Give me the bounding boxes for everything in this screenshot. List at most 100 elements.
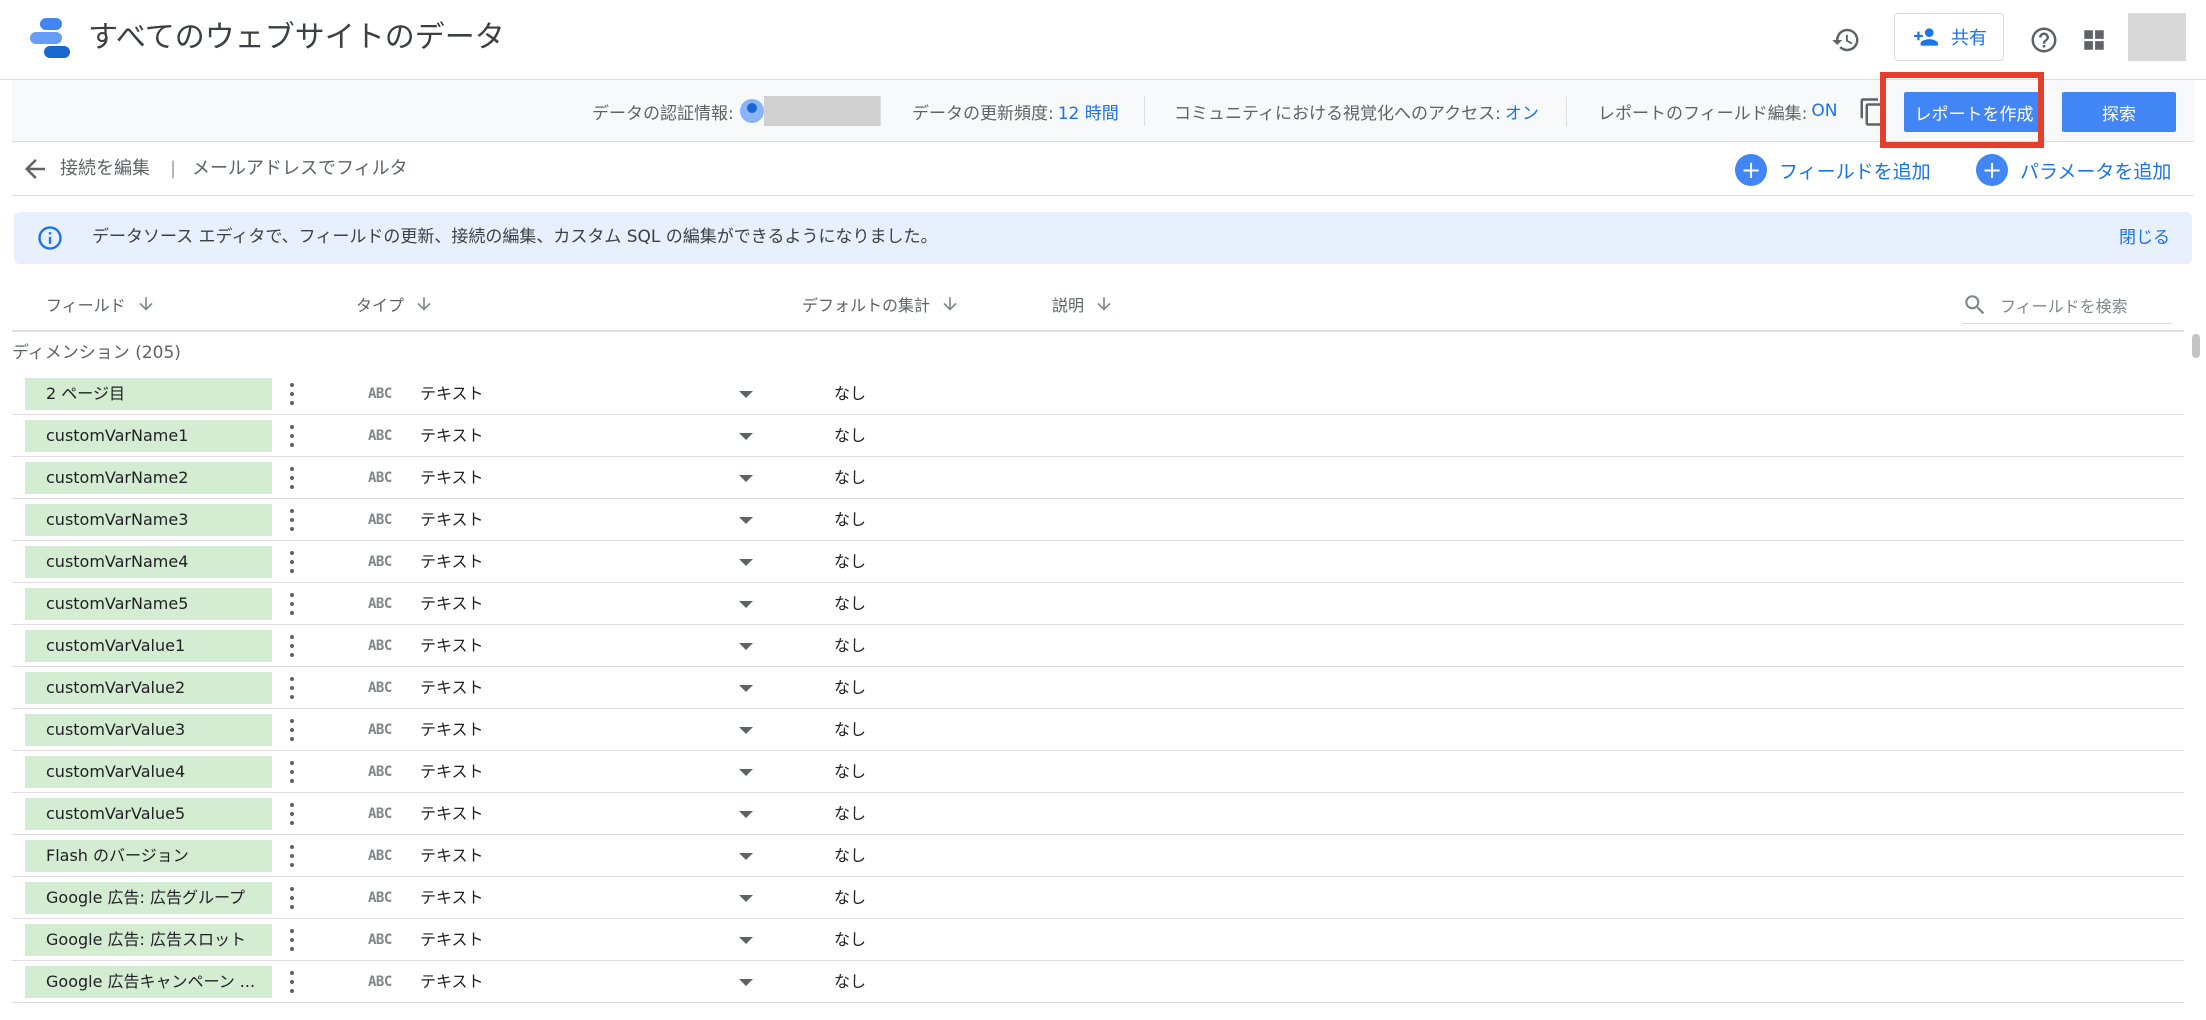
field-name-chip[interactable]: customVarValue4 — [25, 756, 272, 788]
more-vert-icon[interactable] — [286, 801, 298, 827]
table-row[interactable]: 2 ページ目 ABC テキスト なし — [12, 373, 2184, 415]
dropdown-caret-icon[interactable] — [739, 601, 753, 608]
field-type-select[interactable]: テキスト — [420, 541, 484, 583]
field-name-chip[interactable]: Google 広告: 広告グループ — [25, 882, 272, 914]
column-header-field[interactable]: フィールド — [46, 286, 156, 322]
field-type-select[interactable]: テキスト — [420, 457, 484, 499]
field-type-select[interactable]: テキスト — [420, 709, 484, 751]
more-vert-icon[interactable] — [286, 843, 298, 869]
more-vert-icon[interactable] — [286, 717, 298, 743]
table-row[interactable]: customVarName4 ABC テキスト なし — [12, 541, 2184, 583]
more-vert-icon[interactable] — [286, 381, 298, 407]
table-row[interactable]: customVarName2 ABC テキスト なし — [12, 457, 2184, 499]
field-edit-setting[interactable]: レポートのフィールド編集: ON — [1598, 80, 1838, 142]
version-history-button[interactable] — [1822, 16, 1870, 64]
field-type-select[interactable]: テキスト — [420, 751, 484, 793]
table-row[interactable]: customVarName1 ABC テキスト なし — [12, 415, 2184, 457]
add-field-button[interactable]: + フィールドを追加 — [1735, 154, 1931, 186]
table-row[interactable]: customVarValue2 ABC テキスト なし — [12, 667, 2184, 709]
apps-button[interactable] — [2070, 16, 2118, 64]
default-aggregation-value[interactable]: なし — [834, 667, 866, 709]
dropdown-caret-icon[interactable] — [739, 559, 753, 566]
field-name-chip[interactable]: customVarName5 — [25, 588, 272, 620]
more-vert-icon[interactable] — [286, 465, 298, 491]
dropdown-caret-icon[interactable] — [739, 517, 753, 524]
default-aggregation-value[interactable]: なし — [834, 415, 866, 457]
more-vert-icon[interactable] — [286, 675, 298, 701]
column-header-default-aggregation[interactable]: デフォルトの集計 — [802, 286, 960, 322]
dropdown-caret-icon[interactable] — [739, 769, 753, 776]
add-parameter-button[interactable]: + パラメータを追加 — [1976, 154, 2171, 186]
field-edit-value-link[interactable]: ON — [1811, 101, 1837, 121]
field-type-select[interactable]: テキスト — [420, 919, 484, 961]
default-aggregation-value[interactable]: なし — [834, 793, 866, 835]
field-type-select[interactable]: テキスト — [420, 961, 484, 1003]
default-aggregation-value[interactable]: なし — [834, 373, 866, 415]
field-name-chip[interactable]: customVarValue5 — [25, 798, 272, 830]
more-vert-icon[interactable] — [286, 633, 298, 659]
field-name-chip[interactable]: customVarValue1 — [25, 630, 272, 662]
refresh-value-link[interactable]: 12 時間 — [1058, 99, 1119, 124]
field-type-select[interactable]: テキスト — [420, 583, 484, 625]
dropdown-caret-icon[interactable] — [739, 643, 753, 650]
table-row[interactable]: customVarValue1 ABC テキスト なし — [12, 625, 2184, 667]
field-name-chip[interactable]: customVarValue2 — [25, 672, 272, 704]
more-vert-icon[interactable] — [286, 885, 298, 911]
share-button[interactable]: 共有 — [1894, 13, 2004, 61]
refresh-frequency-setting[interactable]: データの更新頻度: 12 時間 — [912, 80, 1119, 142]
account-avatar[interactable] — [2128, 13, 2186, 61]
field-name-chip[interactable]: customVarName4 — [25, 546, 272, 578]
field-name-chip[interactable]: Google 広告: 広告スロット — [25, 924, 272, 956]
dropdown-caret-icon[interactable] — [739, 475, 753, 482]
field-name-chip[interactable]: Flash のバージョン — [25, 840, 272, 872]
table-row[interactable]: customVarName3 ABC テキスト なし — [12, 499, 2184, 541]
field-type-select[interactable]: テキスト — [420, 499, 484, 541]
field-name-chip[interactable]: 2 ページ目 — [25, 378, 272, 410]
credentials-setting[interactable]: データの認証情報: — [592, 80, 880, 142]
default-aggregation-value[interactable]: なし — [834, 877, 866, 919]
field-type-select[interactable]: テキスト — [420, 415, 484, 457]
field-name-chip[interactable]: Google 広告キャンペーン ... — [25, 966, 272, 998]
table-row[interactable]: Flash のバージョン ABC テキスト なし — [12, 835, 2184, 877]
table-row[interactable]: customVarValue4 ABC テキスト なし — [12, 751, 2184, 793]
field-type-select[interactable]: テキスト — [420, 793, 484, 835]
field-type-select[interactable]: テキスト — [420, 373, 484, 415]
field-type-select[interactable]: テキスト — [420, 835, 484, 877]
column-header-description[interactable]: 説明 — [1052, 286, 1114, 322]
dropdown-caret-icon[interactable] — [739, 853, 753, 860]
default-aggregation-value[interactable]: なし — [834, 499, 866, 541]
more-vert-icon[interactable] — [286, 591, 298, 617]
back-arrow-icon[interactable] — [20, 154, 50, 184]
field-name-chip[interactable]: customVarName1 — [25, 420, 272, 452]
default-aggregation-value[interactable]: なし — [834, 625, 866, 667]
default-aggregation-value[interactable]: なし — [834, 961, 866, 1003]
dropdown-caret-icon[interactable] — [739, 811, 753, 818]
more-vert-icon[interactable] — [286, 423, 298, 449]
vertical-scrollbar[interactable] — [2188, 330, 2202, 1020]
dropdown-caret-icon[interactable] — [739, 685, 753, 692]
table-row[interactable]: customVarValue3 ABC テキスト なし — [12, 709, 2184, 751]
default-aggregation-value[interactable]: なし — [834, 751, 866, 793]
default-aggregation-value[interactable]: なし — [834, 583, 866, 625]
table-row[interactable]: customVarValue5 ABC テキスト なし — [12, 793, 2184, 835]
field-search-input[interactable]: フィールドを検索 — [1962, 286, 2172, 324]
more-vert-icon[interactable] — [286, 507, 298, 533]
field-type-select[interactable]: テキスト — [420, 667, 484, 709]
dropdown-caret-icon[interactable] — [739, 391, 753, 398]
default-aggregation-value[interactable]: なし — [834, 541, 866, 583]
table-row[interactable]: Google 広告: 広告グループ ABC テキスト なし — [12, 877, 2184, 919]
more-vert-icon[interactable] — [286, 969, 298, 995]
table-row[interactable]: Google 広告キャンペーン ... ABC テキスト なし — [12, 961, 2184, 1003]
filter-by-email-link[interactable]: メールアドレスでフィルタ — [192, 142, 408, 196]
default-aggregation-value[interactable]: なし — [834, 457, 866, 499]
more-vert-icon[interactable] — [286, 549, 298, 575]
default-aggregation-value[interactable]: なし — [834, 709, 866, 751]
dropdown-caret-icon[interactable] — [739, 979, 753, 986]
community-value-link[interactable]: オン — [1505, 99, 1539, 124]
dropdown-caret-icon[interactable] — [739, 937, 753, 944]
field-name-chip[interactable]: customVarName2 — [25, 462, 272, 494]
help-button[interactable] — [2020, 16, 2068, 64]
data-studio-logo-icon[interactable] — [30, 18, 74, 58]
more-vert-icon[interactable] — [286, 759, 298, 785]
table-row[interactable]: customVarName5 ABC テキスト なし — [12, 583, 2184, 625]
